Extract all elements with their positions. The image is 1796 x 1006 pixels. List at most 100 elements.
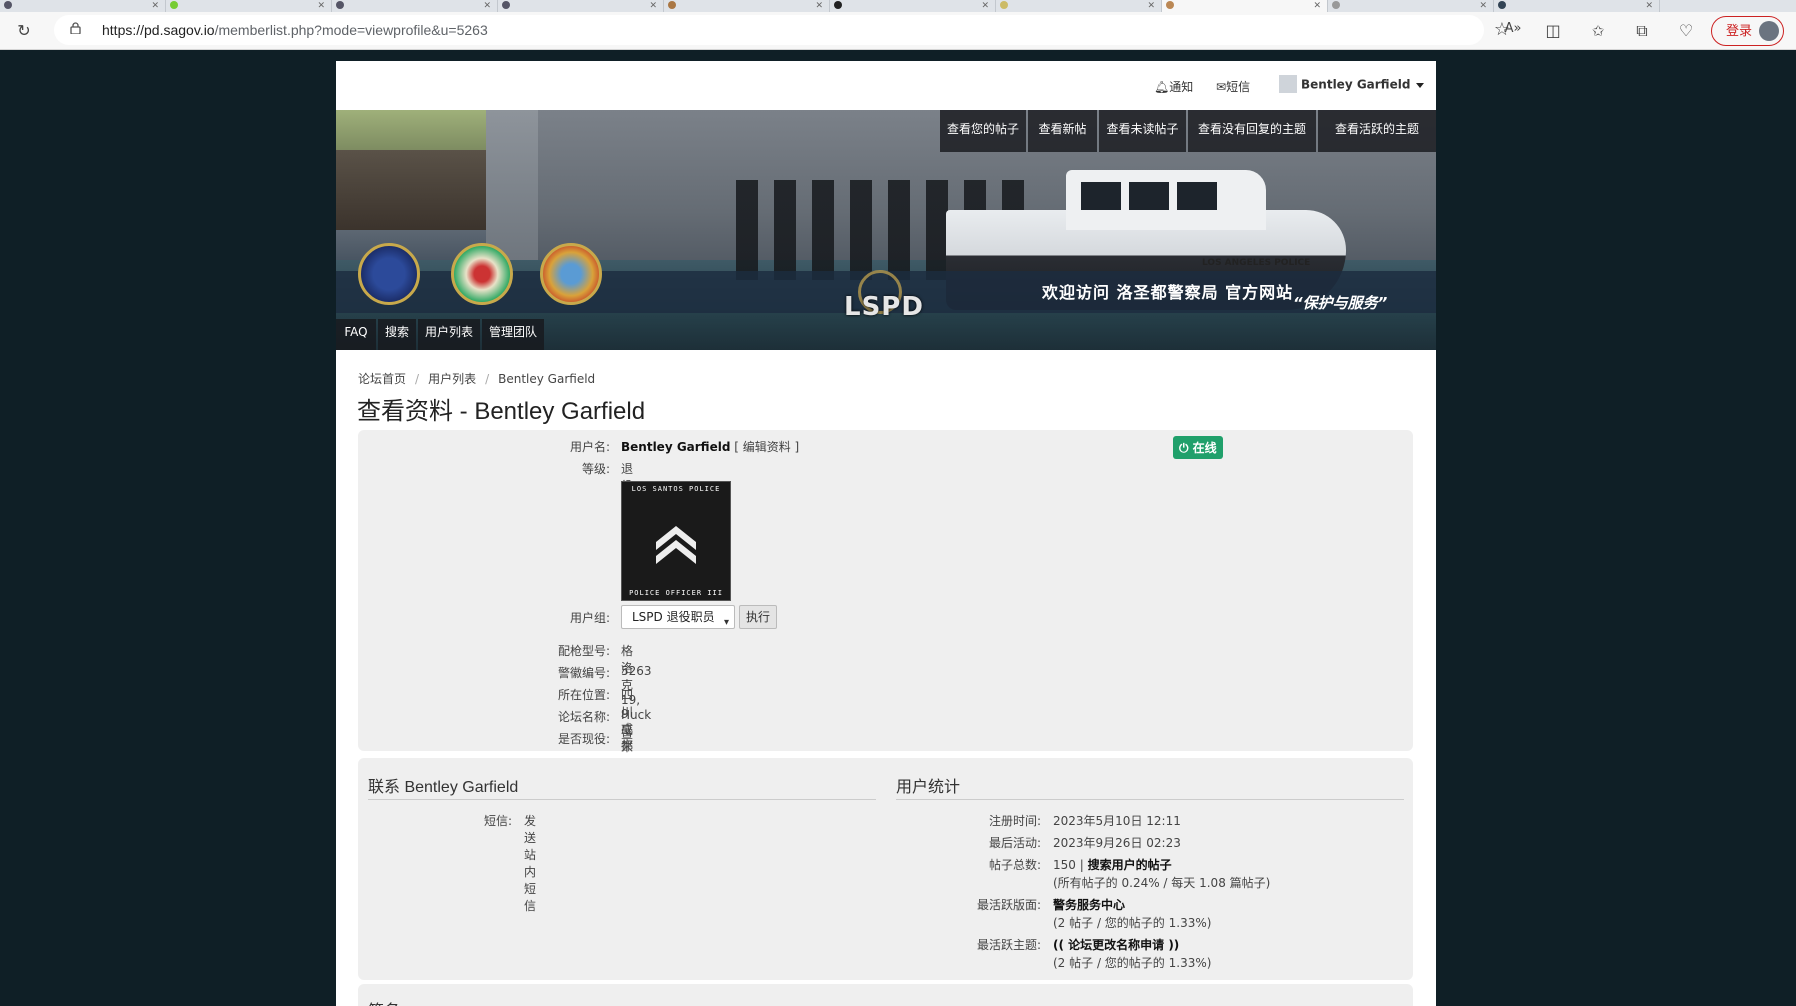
banner-boat-window: [1129, 182, 1169, 210]
username-label: 用户名:: [569, 440, 610, 454]
tab-favicon-icon: [4, 1, 12, 9]
browser-tab-strip: ✕ ✕ ✕ ✕ ✕ ✕ ✕ ✕ ✕ ✕: [0, 0, 1796, 12]
user-menu[interactable]: Bentley Garfield: [1279, 75, 1425, 94]
send-pm-link[interactable]: 发送站内短信: [524, 812, 536, 914]
lspd-logo-text: LSPD: [844, 292, 924, 322]
stats-title: 用户统计: [896, 779, 961, 796]
rank-image: LOS SANTOS POLICE POLICE OFFICER III: [621, 481, 731, 601]
browser-essentials-icon[interactable]: ♡: [1675, 20, 1697, 42]
browser-tab[interactable]: ✕: [498, 0, 664, 12]
signature-title: 签名: [368, 997, 400, 1006]
forum-name-label: 论坛名称:: [557, 710, 610, 724]
caret-down-icon: [1416, 82, 1425, 88]
browser-tab[interactable]: ✕: [996, 0, 1162, 12]
browser-tab[interactable]: ✕: [1328, 0, 1494, 12]
nav-faq[interactable]: FAQ: [336, 319, 376, 350]
tab-favicon-icon: [668, 1, 676, 9]
nav-search[interactable]: 搜索: [378, 319, 416, 350]
menu-new-posts[interactable]: 查看新帖: [1028, 110, 1097, 152]
close-tab-icon[interactable]: ✕: [1645, 0, 1653, 10]
badge-number-value: 5263: [621, 664, 652, 678]
tab-favicon-icon: [1498, 1, 1506, 9]
close-tab-icon[interactable]: ✕: [1479, 0, 1487, 10]
browser-toolbar: ↻ https://pd.sagov.io/memberlist.php?mod…: [0, 12, 1796, 50]
joined-value: 2023年5月10日 12:11: [1053, 814, 1181, 828]
divider: [368, 799, 876, 800]
banner-hull-bow: [486, 110, 538, 260]
active-duty-label: 是否现役:: [557, 732, 610, 746]
tab-favicon-icon: [502, 1, 510, 9]
last-active-label: 最后活动:: [988, 836, 1041, 850]
contact-pm-label: 短信:: [483, 814, 512, 828]
active-forum-label: 最活跃版面:: [976, 898, 1041, 912]
banner-welcome: 欢迎访问 洛圣都警察局 官方网站: [1042, 283, 1294, 302]
posts-ratio: (所有帖子的 0.24% / 每天 1.08 篇帖子): [1053, 876, 1271, 890]
menu-your-posts[interactable]: 查看您的帖子: [940, 110, 1026, 152]
browser-tab[interactable]: ✕: [1494, 0, 1660, 12]
reload-icon[interactable]: ↻: [13, 20, 35, 42]
active-forum-link[interactable]: 警务服务中心: [1053, 898, 1125, 912]
favorite-star-icon[interactable]: ☆: [1491, 19, 1513, 41]
tab-favicon-icon: [1000, 1, 1008, 9]
close-tab-icon[interactable]: ✕: [981, 0, 989, 10]
banner-boat-text: LOS ANGELES POLICE: [1202, 258, 1311, 268]
chevron-down-icon: ▾: [723, 617, 729, 628]
breadcrumb-memberlist[interactable]: 用户列表: [428, 372, 476, 386]
banner-dock: [336, 150, 486, 230]
collections-icon[interactable]: ⧉: [1631, 20, 1653, 42]
notifications-link[interactable]: 🔔︎通知: [1154, 78, 1193, 95]
close-tab-icon[interactable]: ✕: [317, 0, 325, 10]
close-tab-icon[interactable]: ✕: [1313, 0, 1321, 10]
group-label: 用户组:: [569, 611, 610, 625]
header-banner: LOS ANGELES POLICE LSPD 欢迎访问 洛圣都警察局 官方网站…: [336, 110, 1436, 350]
active-topic-label: 最活跃主题:: [976, 938, 1041, 952]
signature-panel: [358, 984, 1413, 1006]
rank-image-top-text: LOS SANTOS POLICE: [631, 485, 721, 493]
nav-memberlist[interactable]: 用户列表: [418, 319, 480, 350]
browser-tab-active[interactable]: ✕: [1162, 0, 1328, 12]
posts-label: 帖子总数:: [988, 858, 1041, 872]
last-active-value: 2023年9月26日 02:23: [1053, 836, 1181, 850]
close-tab-icon[interactable]: ✕: [151, 0, 159, 10]
edit-profile-link[interactable]: [ 编辑资料 ]: [734, 440, 799, 454]
divider: [896, 799, 1404, 800]
joined-label: 注册时间:: [988, 814, 1041, 828]
forum-name-value: Huck: [621, 708, 652, 722]
notifications-label: 通知: [1169, 80, 1194, 94]
banner-boat-window: [1081, 182, 1121, 210]
online-label: 在线: [1192, 441, 1217, 455]
browser-tab[interactable]: ✕: [0, 0, 166, 12]
breadcrumb-home[interactable]: 论坛首页: [358, 372, 406, 386]
usergroup-select[interactable]: LSPD 退役职员 ▾: [621, 605, 735, 629]
profile-login-button[interactable]: 登录: [1711, 16, 1784, 46]
menu-unanswered-topics[interactable]: 查看没有回复的主题: [1188, 110, 1316, 152]
page-title: 查看资料 - Bentley Garfield: [357, 398, 646, 425]
go-button[interactable]: 执行: [739, 605, 777, 629]
browser-tab[interactable]: ✕: [166, 0, 332, 12]
split-screen-icon[interactable]: ◫: [1542, 20, 1564, 42]
breadcrumb-current[interactable]: Bentley Garfield: [498, 372, 595, 386]
close-tab-icon[interactable]: ✕: [649, 0, 657, 10]
nav-team[interactable]: 管理团队: [482, 319, 544, 350]
url-text[interactable]: https://pd.sagov.io/memberlist.php?mode=…: [102, 22, 488, 38]
online-badge: ⏻ 在线: [1173, 436, 1223, 459]
active-duty-value: 是: [621, 732, 634, 746]
search-user-posts-link[interactable]: 搜索用户的帖子: [1088, 858, 1172, 872]
menu-active-topics[interactable]: 查看活跃的主题: [1318, 110, 1436, 152]
browser-tab[interactable]: ✕: [830, 0, 996, 12]
address-bar[interactable]: https://pd.sagov.io/memberlist.php?mode=…: [54, 15, 1521, 45]
close-tab-icon[interactable]: ✕: [483, 0, 491, 10]
browser-tab[interactable]: ✕: [332, 0, 498, 12]
active-topic-link[interactable]: (( 论坛更改名称申请 )): [1053, 938, 1179, 952]
close-tab-icon[interactable]: ✕: [1147, 0, 1155, 10]
posts-count: 150 |: [1053, 858, 1084, 872]
pm-link[interactable]: ✉︎短信: [1216, 78, 1250, 95]
sergeant-chevron-icon: [656, 526, 696, 564]
badge-number-label: 警徽编号:: [557, 666, 610, 680]
browser-tab[interactable]: ✕: [664, 0, 830, 12]
favorites-icon[interactable]: ✩: [1587, 20, 1609, 42]
close-tab-icon[interactable]: ✕: [815, 0, 823, 10]
menu-unread-posts[interactable]: 查看未读帖子: [1099, 110, 1186, 152]
lock-icon[interactable]: [70, 22, 81, 34]
inbox-icon: ✉︎: [1216, 80, 1227, 94]
